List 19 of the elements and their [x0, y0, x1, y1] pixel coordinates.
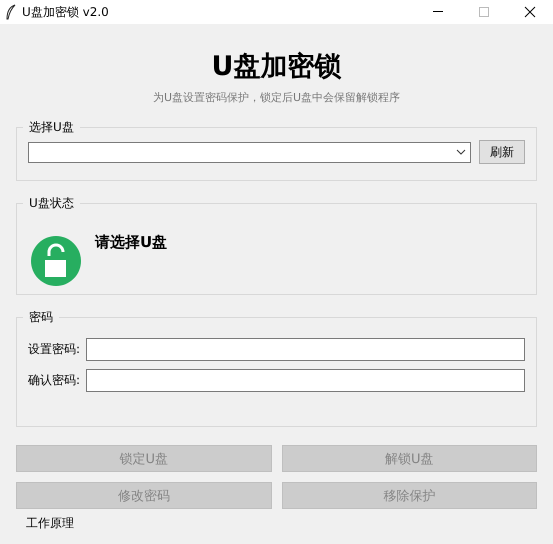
refresh-button[interactable]: 刷新 — [479, 140, 525, 164]
field-label: 设置密码: — [28, 341, 80, 358]
group-label: 选择U盘 — [28, 119, 75, 136]
field-label: 确认密码: — [28, 372, 80, 389]
password-field[interactable] — [86, 369, 525, 392]
close-icon — [524, 6, 536, 18]
app-title: U盘加密锁 — [212, 50, 342, 84]
drive-dropdown[interactable] — [28, 142, 471, 162]
maximize-icon — [479, 7, 489, 17]
chevron-down-icon — [456, 149, 466, 155]
feather-icon — [6, 4, 16, 20]
password-field[interactable] — [86, 338, 525, 361]
info-group-label: 工作原理 — [26, 515, 75, 532]
window-title: U盘加密锁 v2.0 — [22, 4, 110, 20]
minimize-icon — [433, 11, 443, 13]
group-label: U盘状态 — [28, 195, 75, 212]
app-subtitle: 为U盘设置密码保护，锁定后U盘中会保留解锁程序 — [152, 90, 400, 105]
status-message: 请选择U盘 — [95, 233, 168, 252]
group-label: 密码 — [28, 309, 54, 326]
